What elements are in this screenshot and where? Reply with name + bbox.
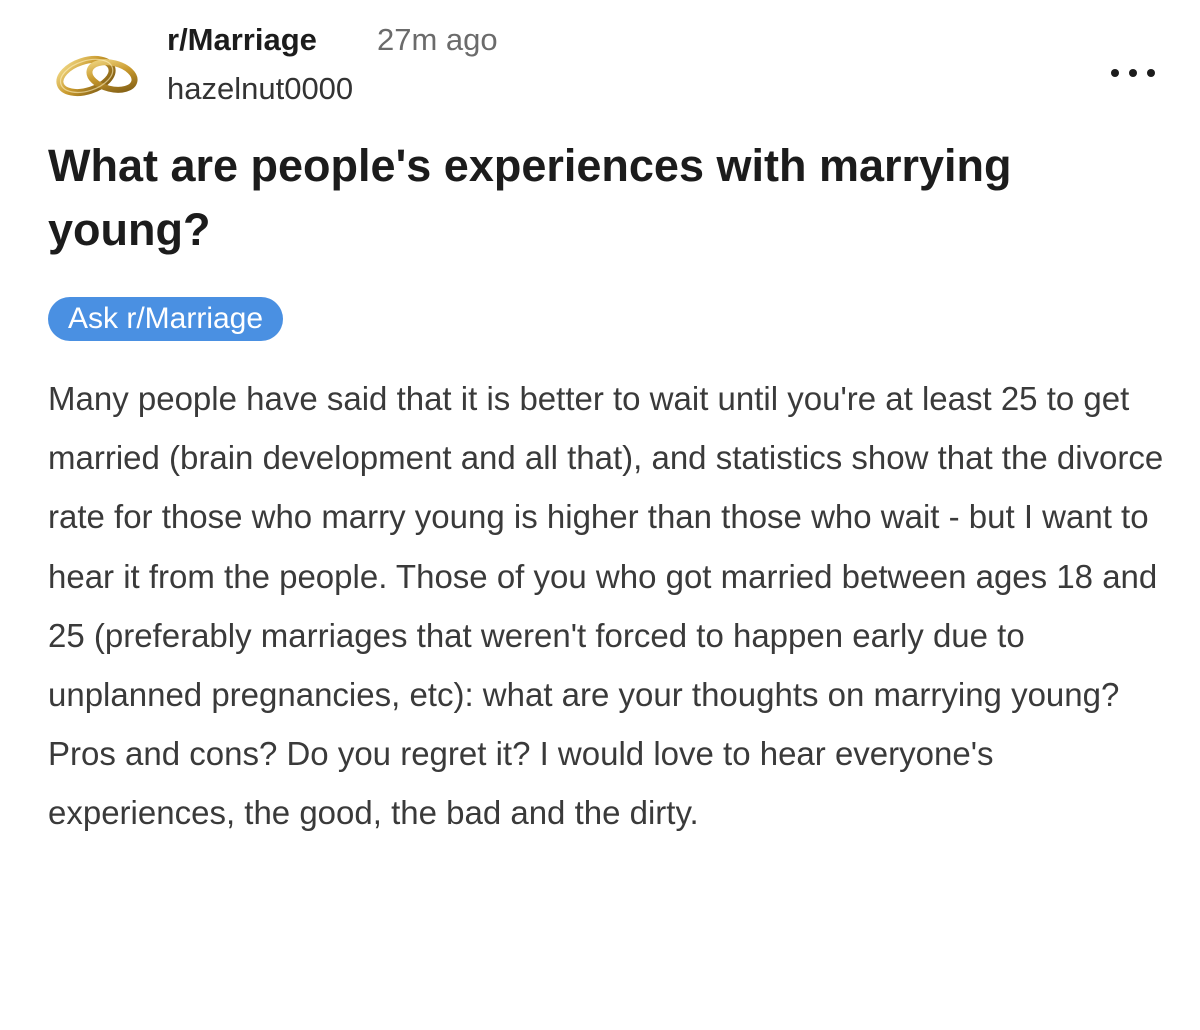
dot (1147, 69, 1155, 77)
wedding-rings-icon (56, 55, 138, 97)
post-title[interactable]: What are people's experiences with marry… (48, 134, 1158, 262)
post-card: r/Marriage 27m ago hazelnut0000 What are… (0, 0, 1200, 1030)
dot (1129, 69, 1137, 77)
post-flair[interactable]: Ask r/Marriage (48, 297, 284, 341)
dot (1111, 69, 1119, 77)
post-timestamp: 27m ago (377, 22, 498, 57)
more-options-icon[interactable] (1103, 58, 1163, 88)
author-username[interactable]: hazelnut0000 (167, 71, 353, 107)
post-header: r/Marriage 27m ago hazelnut0000 (48, 14, 1158, 124)
community-avatar[interactable] (48, 34, 148, 114)
community-name[interactable]: r/Marriage (167, 22, 317, 58)
post-body: Many people have said that it is better … (48, 380, 1164, 832)
